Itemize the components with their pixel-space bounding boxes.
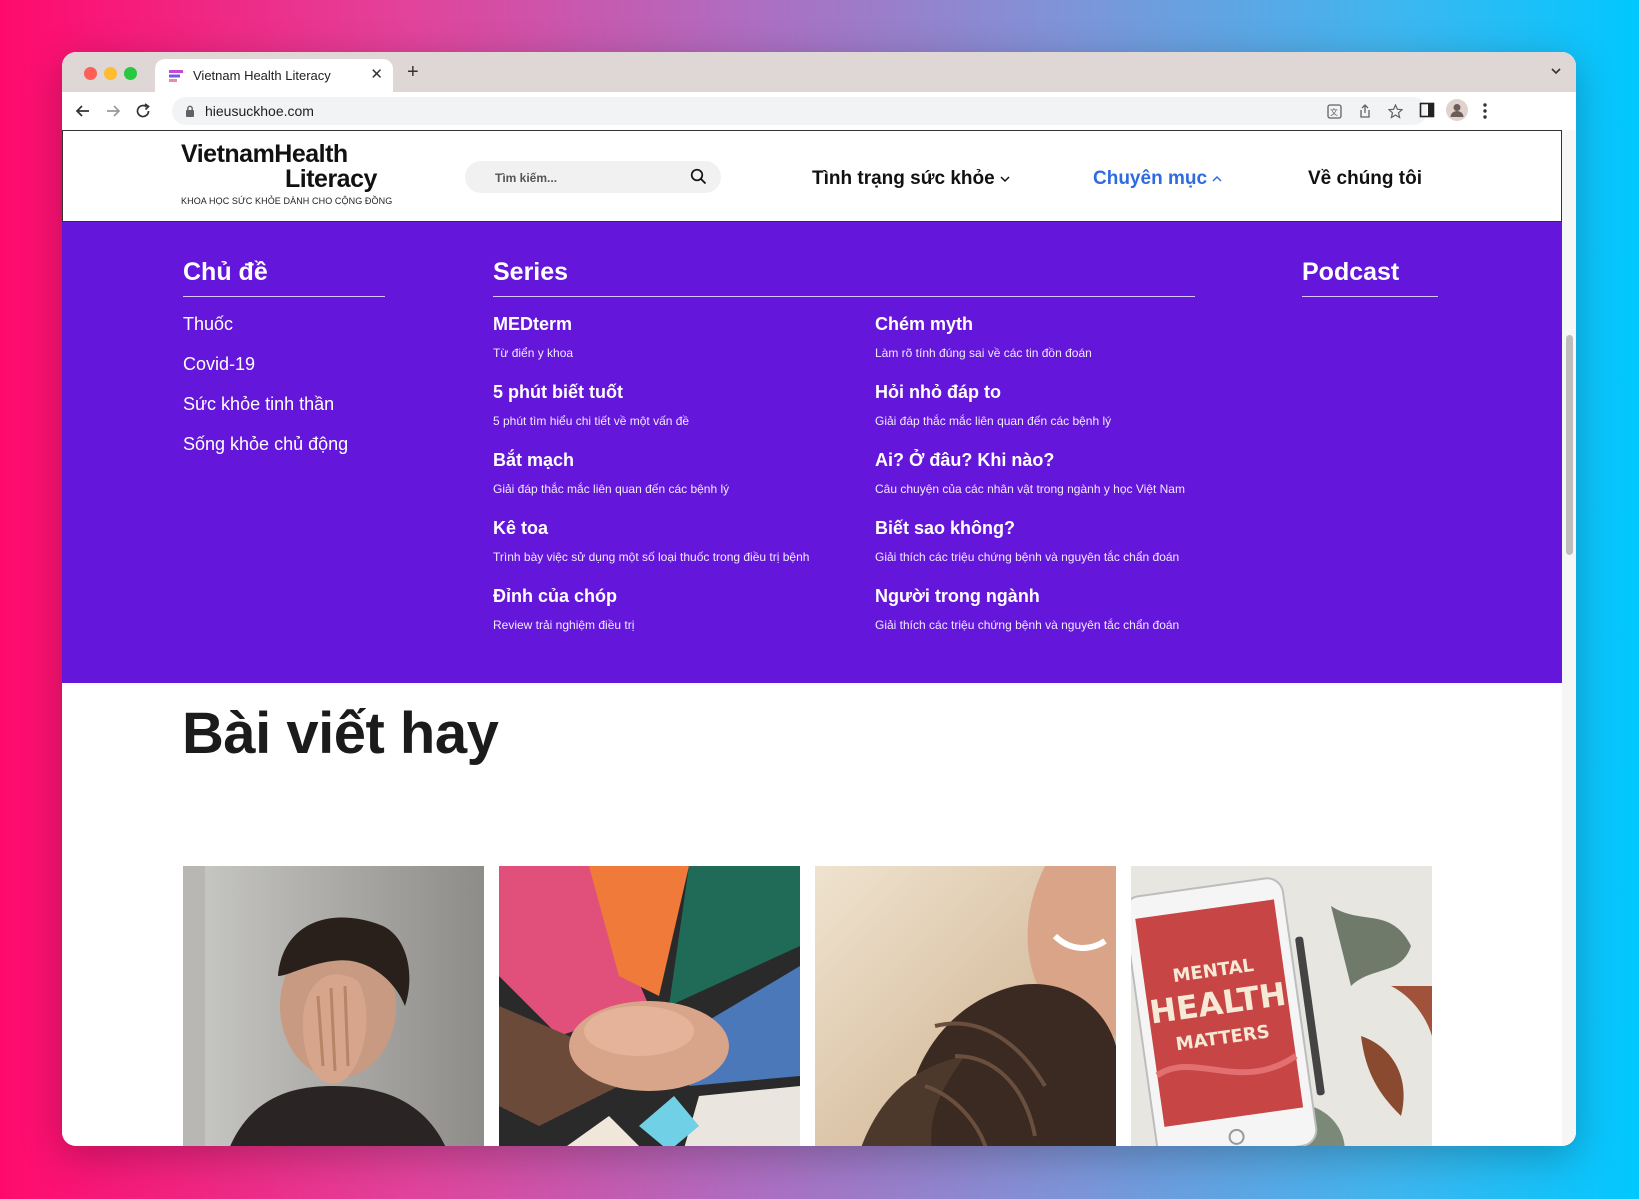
article-thumbnail: MENTAL HEALTH MATTERS xyxy=(1131,866,1432,1146)
tab-title: Vietnam Health Literacy xyxy=(193,68,331,83)
back-arrow-icon[interactable] xyxy=(74,102,92,120)
series-description: Giải đáp thắc mắc liên quan đến các bệnh… xyxy=(493,482,730,496)
chevron-up-icon xyxy=(1212,175,1222,182)
article-card-image[interactable] xyxy=(183,866,484,1146)
site-favicon-icon xyxy=(169,70,183,82)
browser-toolbar: hieusuckhoe.com 文 xyxy=(62,92,1576,130)
search-icon[interactable] xyxy=(690,168,707,185)
series-heading[interactable]: Series xyxy=(493,258,568,287)
nav-item-label: Chuyên mục xyxy=(1093,168,1208,189)
categories-mega-menu: Chủ đề Thuốc Covid-19 Sức khỏe tinh thần… xyxy=(62,222,1562,683)
series-link[interactable]: Biết sao không? xyxy=(875,518,1015,539)
svg-text:文: 文 xyxy=(1330,107,1338,117)
forward-arrow-icon[interactable] xyxy=(104,102,122,120)
site-logo[interactable]: VietnamHealth Literacy KHOA HỌC SỨC KHỎE… xyxy=(181,140,393,206)
series-description: Làm rõ tính đúng sai về các tin đồn đoán xyxy=(875,346,1092,360)
close-tab-icon[interactable]: ✕ xyxy=(370,66,383,84)
reload-icon[interactable] xyxy=(134,102,152,120)
topic-link[interactable]: Sức khỏe tinh thần xyxy=(183,394,334,415)
logo-line2: Literacy xyxy=(285,165,377,193)
article-card-image[interactable] xyxy=(499,866,800,1146)
chevron-down-icon[interactable] xyxy=(1550,65,1562,77)
logo-tagline: KHOA HỌC SỨC KHỎE DÀNH CHO CỘNG ĐỒNG xyxy=(181,196,393,206)
nav-item-label: Tình trạng sức khỏe xyxy=(812,168,995,189)
page-scrollbar[interactable] xyxy=(1562,130,1576,1146)
search-input[interactable] xyxy=(493,167,687,189)
url-text: hieusuckhoe.com xyxy=(205,103,314,119)
chevron-down-icon xyxy=(1000,176,1010,183)
article-card-image[interactable]: MENTAL HEALTH MATTERS xyxy=(1131,866,1432,1146)
side-panel-icon[interactable] xyxy=(1419,102,1435,118)
translate-icon[interactable]: 文 xyxy=(1327,104,1342,119)
profile-avatar[interactable] xyxy=(1446,99,1468,121)
nav-item-health-conditions[interactable]: Tình trạng sức khỏe xyxy=(812,168,1011,190)
tab-strip: Vietnam Health Literacy ✕ + xyxy=(62,52,1576,92)
bookmark-star-icon[interactable] xyxy=(1388,104,1403,119)
series-link[interactable]: Người trong ngành xyxy=(875,586,1040,607)
article-thumbnail xyxy=(183,866,484,1146)
series-link[interactable]: Đỉnh của chóp xyxy=(493,586,617,607)
series-description: Giải thích các triệu chứng bệnh và nguyê… xyxy=(875,550,1180,564)
browser-window: Vietnam Health Literacy ✕ + hieusuckhoe.… xyxy=(62,52,1576,1146)
series-description: Review trải nghiệm điều trị xyxy=(493,618,635,632)
lock-icon xyxy=(186,105,194,117)
nav-item-label: Về chúng tôi xyxy=(1308,168,1422,189)
series-link[interactable]: 5 phút biết tuốt xyxy=(493,382,623,403)
podcast-divider xyxy=(1302,296,1438,297)
person-icon xyxy=(1450,104,1464,117)
topics-divider xyxy=(183,296,385,297)
topics-heading[interactable]: Chủ đề xyxy=(183,258,268,287)
series-link[interactable]: Ai? Ở đâu? Khi nào? xyxy=(875,450,1054,471)
series-description: Trình bày việc sử dụng một số loại thuốc… xyxy=(493,550,810,564)
topic-link[interactable]: Sống khỏe chủ động xyxy=(183,434,348,455)
series-link[interactable]: Chém myth xyxy=(875,314,973,335)
minimize-window-button[interactable] xyxy=(104,67,117,80)
series-description: Câu chuyện của các nhân vật trong ngành … xyxy=(875,482,1185,496)
nav-item-categories[interactable]: Chuyên mục xyxy=(1093,168,1223,190)
series-description: Giải thích các triệu chứng bệnh và nguyê… xyxy=(875,618,1180,632)
section-title: Bài viết hay xyxy=(182,701,499,766)
scrollbar-thumb[interactable] xyxy=(1566,335,1573,555)
share-icon[interactable] xyxy=(1358,104,1372,119)
close-window-button[interactable] xyxy=(84,67,97,80)
podcast-heading[interactable]: Podcast xyxy=(1302,258,1399,287)
series-divider xyxy=(493,296,1195,297)
article-card-image[interactable] xyxy=(815,866,1116,1146)
series-link[interactable]: Kê toa xyxy=(493,518,548,539)
article-thumbnail xyxy=(499,866,800,1146)
series-link[interactable]: Hỏi nhỏ đáp to xyxy=(875,382,1001,403)
maximize-window-button[interactable] xyxy=(124,67,137,80)
series-link[interactable]: MEDterm xyxy=(493,314,572,335)
browser-tab[interactable]: Vietnam Health Literacy ✕ xyxy=(155,59,393,92)
address-bar[interactable]: hieusuckhoe.com 文 xyxy=(172,97,1427,125)
nav-item-about-us[interactable]: Về chúng tôi xyxy=(1308,168,1422,190)
web-page: VietnamHealth Literacy KHOA HỌC SỨC KHỎE… xyxy=(62,130,1576,1146)
series-description: 5 phút tìm hiểu chi tiết về một vấn đề xyxy=(493,414,690,428)
topic-link[interactable]: Thuốc xyxy=(183,314,233,335)
new-tab-icon[interactable]: + xyxy=(407,62,419,82)
site-header: VietnamHealth Literacy KHOA HỌC SỨC KHỎE… xyxy=(62,130,1562,222)
logo-line1: VietnamHealth xyxy=(181,140,348,168)
series-description: Từ điển y khoa xyxy=(493,346,574,360)
series-link[interactable]: Bắt mạch xyxy=(493,450,574,471)
series-description: Giải đáp thắc mắc liên quan đến các bệnh… xyxy=(875,414,1112,428)
kebab-menu-icon[interactable] xyxy=(1482,102,1488,120)
search-box xyxy=(465,161,721,193)
article-thumbnail xyxy=(815,866,1116,1146)
topic-link[interactable]: Covid-19 xyxy=(183,354,255,375)
